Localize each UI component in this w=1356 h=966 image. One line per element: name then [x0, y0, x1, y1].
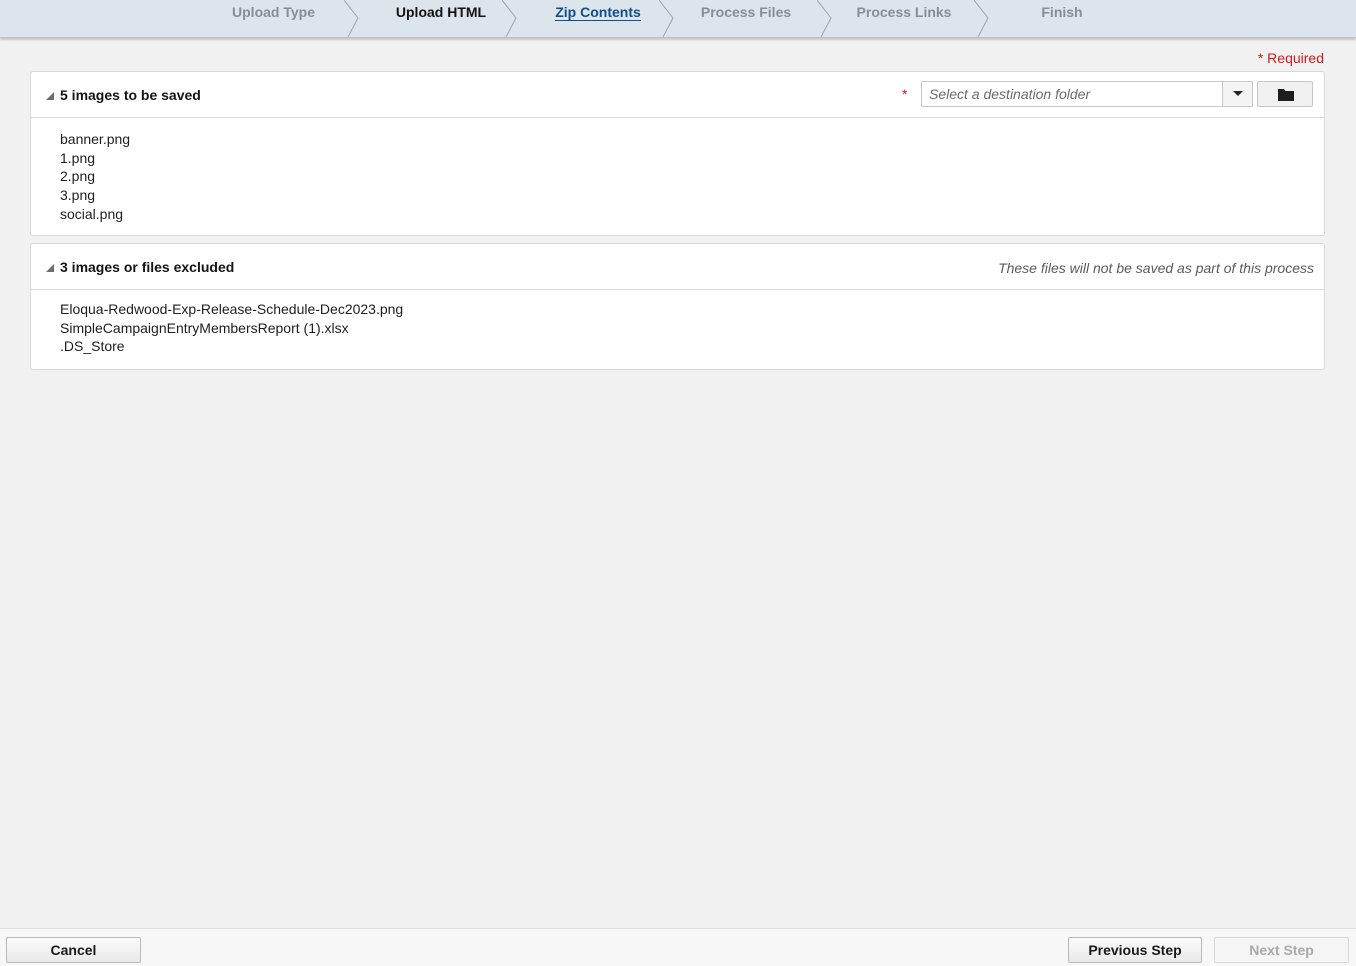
list-item: 1.png [60, 149, 96, 166]
step-zip-contents[interactable]: Zip Contents [520, 0, 676, 37]
wizard-step-bar: Upload Type Upload HTML Zip Contents Pro… [0, 0, 1356, 38]
collapse-triangle-icon[interactable] [46, 264, 54, 272]
list-item: 2.png [60, 168, 96, 185]
required-note: * Required [1257, 50, 1324, 66]
saved-images-panel: 5 images to be saved * banner.png 1.png … [30, 71, 1325, 236]
excluded-files-panel: 3 images or files excluded These files w… [30, 243, 1325, 370]
step-finish[interactable]: Finish [984, 0, 1140, 37]
step-process-links[interactable]: Process Links [826, 0, 982, 37]
list-item: banner.png [60, 131, 131, 147]
list-item: social.png [60, 205, 124, 222]
previous-step-button[interactable]: Previous Step [1068, 937, 1202, 963]
step-label: Process Links [856, 4, 952, 20]
step-separator-icon [502, 0, 517, 37]
excluded-files-note: These files will not be saved as part of… [998, 260, 1314, 276]
excluded-files-title: 3 images or files excluded [60, 259, 235, 275]
browse-folder-button[interactable] [1257, 81, 1313, 107]
saved-images-title: 5 images to be saved [60, 87, 201, 103]
collapse-triangle-icon[interactable] [46, 92, 54, 100]
excluded-files-list: Eloqua-Redwood-Exp-Release-Schedule-Dec2… [31, 290, 1324, 363]
excluded-files-panel-header[interactable]: 3 images or files excluded These files w… [31, 244, 1324, 290]
step-upload-type[interactable]: Upload Type [196, 0, 351, 37]
destination-folder-input[interactable] [922, 82, 1222, 106]
folder-dropdown-button[interactable] [1222, 82, 1252, 106]
step-label: Upload HTML [395, 4, 487, 20]
required-star: * [902, 86, 908, 102]
step-label: Zip Contents [555, 4, 641, 21]
step-separator-icon [344, 0, 359, 37]
list-item: .DS_Store [60, 338, 125, 355]
list-item: Eloqua-Redwood-Exp-Release-Schedule-Dec2… [60, 301, 404, 317]
list-item: 3.png [60, 187, 96, 204]
destination-folder-select[interactable] [921, 81, 1253, 107]
saved-images-panel-header[interactable]: 5 images to be saved * [31, 72, 1324, 118]
step-label: Process Files [700, 4, 792, 20]
cancel-button[interactable]: Cancel [6, 937, 141, 963]
folder-icon [1278, 89, 1294, 101]
step-upload-html[interactable]: Upload HTML [362, 0, 520, 37]
list-item: SimpleCampaignEntryMembersReport (1).xls… [60, 319, 349, 336]
caret-down-icon [1233, 91, 1243, 96]
next-step-button[interactable]: Next Step [1214, 937, 1349, 963]
wizard-footer: Cancel Previous Step Next Step [0, 928, 1356, 966]
saved-files-list: banner.png 1.png 2.png 3.png social.png [31, 118, 1324, 231]
step-process-files[interactable]: Process Files [668, 0, 824, 37]
step-label: Finish [1041, 4, 1083, 20]
step-label: Upload Type [232, 4, 315, 20]
